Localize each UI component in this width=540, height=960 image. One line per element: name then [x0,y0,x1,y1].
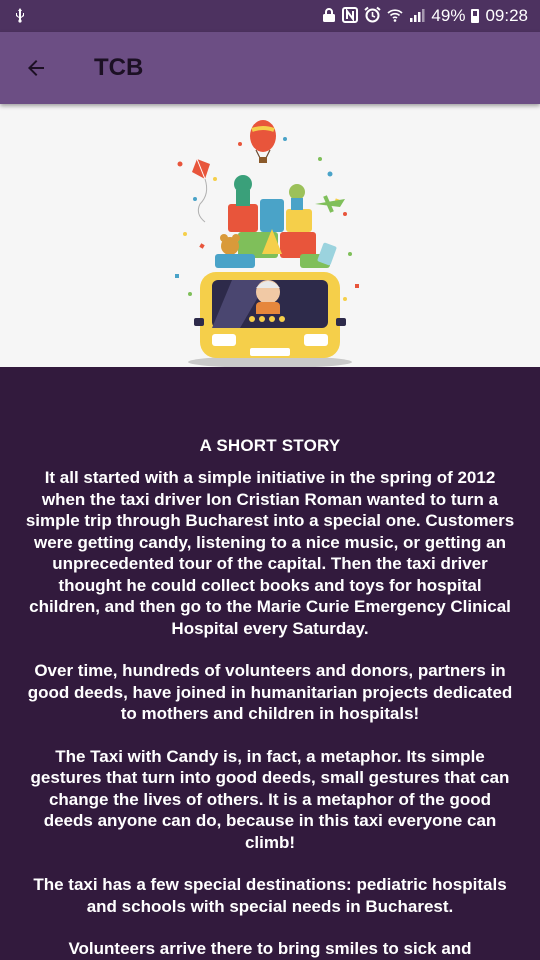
nfc-icon [342,6,359,26]
app-bar: TCB [0,32,540,104]
back-button[interactable] [0,32,72,104]
story-paragraph: Over time, hundreds of volunteers and do… [27,661,513,723]
plane-graphic [315,195,345,213]
alarm-icon [364,6,382,26]
battery-icon [471,9,480,23]
clock: 09:28 [485,6,528,25]
arrow-back-icon [28,60,44,76]
story-paragraph: It all started with a simple initiative … [25,468,515,638]
taxi-graphic [188,272,352,367]
battery-percent: 49% [431,6,466,25]
wifi-icon [387,7,403,26]
app-title: TCB [94,54,144,81]
story-paragraph: The taxi has a few special destinations:… [33,875,507,916]
toy-pile [215,175,337,268]
signal-icon [409,7,425,26]
status-bar: 49% 09:28 [0,0,540,32]
balloon-graphic [250,120,276,163]
story-paragraph: The Taxi with Candy is, in fact, a metap… [30,746,510,852]
lock-icon [322,7,336,26]
story-heading: A SHORT STORY [199,436,341,455]
kite-graphic [192,158,210,223]
hero-illustration [0,104,540,367]
story-paragraph: Volunteers arrive there to bring smiles … [68,939,472,958]
story-section: A SHORT STORY It all started with a simp… [0,367,540,960]
usb-icon [12,7,28,26]
